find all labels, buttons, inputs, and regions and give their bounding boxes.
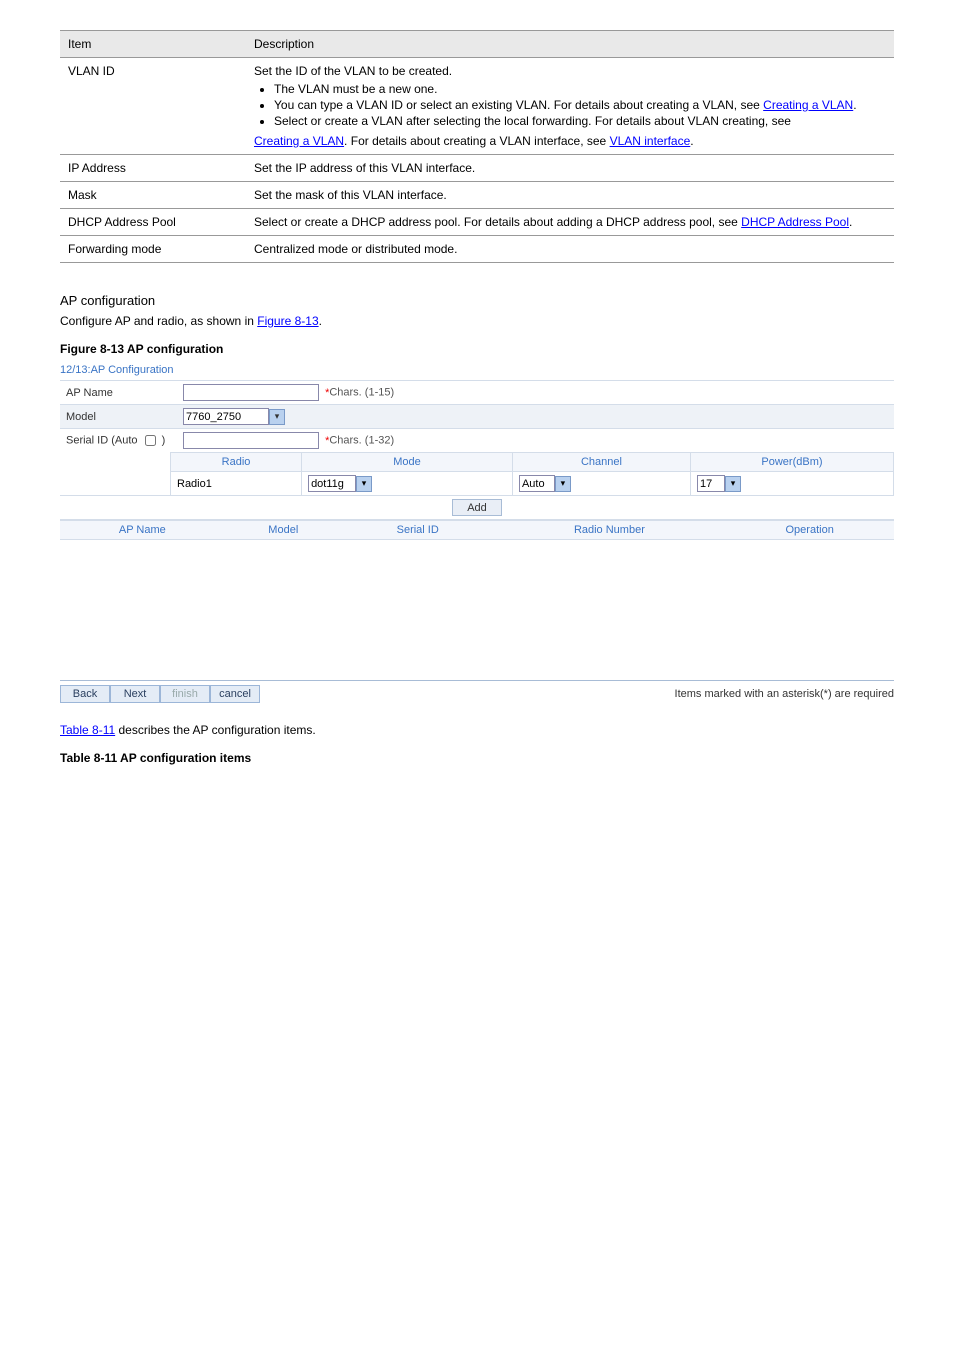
add-row: Add [60, 495, 894, 520]
chevron-down-icon[interactable]: ▾ [555, 476, 571, 492]
ap-list-table: AP Name Model Serial ID Radio Number Ope… [60, 520, 894, 540]
link-dhcp-pool[interactable]: DHCP Address Pool [741, 215, 849, 229]
cancel-button[interactable]: cancel [210, 685, 260, 703]
finish-button: finish [160, 685, 210, 703]
col-radio-num: Radio Number [493, 521, 725, 540]
label-apname: AP Name [60, 381, 177, 405]
col-apname: AP Name [60, 521, 225, 540]
table-row: DHCP Address Pool Select or create a DHC… [60, 209, 894, 236]
col-item: Item [60, 31, 246, 58]
link-creating-vlan[interactable]: Creating a VLAN [254, 134, 344, 148]
chevron-down-icon[interactable]: ▾ [269, 409, 285, 425]
item-description-table: Item Description VLAN ID Set the ID of t… [60, 30, 894, 263]
serial-id-input[interactable] [183, 432, 319, 449]
item-cell: Forwarding mode [60, 236, 246, 263]
figure-caption: Figure 8-13 AP configuration [60, 342, 894, 356]
form-row: Serial ID (Auto ) *Chars. (1-32) [60, 429, 894, 453]
bullet: You can type a VLAN ID or select an exis… [274, 98, 886, 112]
serial-auto-checkbox[interactable] [145, 435, 156, 446]
nav-buttons: Back Next finish cancel [60, 685, 260, 703]
col-serial: Serial ID [342, 521, 494, 540]
model-select[interactable] [183, 408, 269, 425]
radio-table: Radio Mode Channel Power(dBm) Radio1 ▾ ▾… [170, 452, 894, 496]
back-button[interactable]: Back [60, 685, 110, 703]
desc-cell: Set the ID of the VLAN to be created. Th… [246, 58, 894, 155]
table-row: Forwarding mode Centralized mode or dist… [60, 236, 894, 263]
bullet: The VLAN must be a new one. [274, 82, 886, 96]
link-creating-vlan[interactable]: Creating a VLAN [763, 98, 853, 112]
item-cell: Mask [60, 182, 246, 209]
mode-select[interactable] [308, 475, 356, 492]
power-select[interactable] [697, 475, 725, 492]
col-power: Power(dBm) [690, 453, 893, 472]
item-cell: VLAN ID [60, 58, 246, 155]
table-caption: Table 8-11 AP configuration items [60, 751, 894, 765]
link-vlan-interface[interactable]: VLAN interface [610, 134, 691, 148]
label-serial: Serial ID (Auto [66, 434, 138, 446]
label-model: Model [60, 405, 177, 429]
item-cell: IP Address [60, 155, 246, 182]
cfg-title: 12/13:AP Configuration [60, 364, 894, 376]
table-row: VLAN ID Set the ID of the VLAN to be cre… [60, 58, 894, 155]
nav-bar: Back Next finish cancel Items marked wit… [60, 680, 894, 703]
col-operation: Operation [725, 521, 894, 540]
col-model: Model [225, 521, 342, 540]
form-row: AP Name *Chars. (1-15) [60, 381, 894, 405]
figure-link[interactable]: Figure 8-13 [257, 314, 318, 328]
ap-config-figure: 12/13:AP Configuration AP Name *Chars. (… [60, 364, 894, 703]
table-row: IP Address Set the IP address of this VL… [60, 155, 894, 182]
radio-row: Radio1 ▾ ▾ ▾ [171, 472, 894, 496]
next-button[interactable]: Next [110, 685, 160, 703]
col-mode: Mode [302, 453, 513, 472]
required-note: Items marked with an asterisk(*) are req… [675, 688, 894, 700]
step-text: Configure AP and radio, as shown in Figu… [60, 314, 894, 328]
desc-cell: Select or create a DHCP address pool. Fo… [246, 209, 894, 236]
desc-cell: Set the mask of this VLAN interface. [246, 182, 894, 209]
col-channel: Channel [512, 453, 690, 472]
col-radio: Radio [171, 453, 302, 472]
form-row: Model ▾ [60, 405, 894, 429]
step-heading: AP configuration [60, 293, 894, 308]
bullet: Select or create a VLAN after selecting … [274, 114, 886, 128]
chevron-down-icon[interactable]: ▾ [356, 476, 372, 492]
channel-select[interactable] [519, 475, 555, 492]
table-link[interactable]: Table 8-11 [60, 723, 115, 737]
desc-cell: Centralized mode or distributed mode. [246, 236, 894, 263]
item-cell: DHCP Address Pool [60, 209, 246, 236]
add-button[interactable]: Add [452, 499, 502, 516]
cfg-form-table: AP Name *Chars. (1-15) Model ▾ Serial ID… [60, 380, 894, 452]
radio-name-cell: Radio1 [171, 472, 302, 496]
chevron-down-icon[interactable]: ▾ [725, 476, 741, 492]
ap-name-input[interactable] [183, 384, 319, 401]
table-ref-text: Table 8-11 describes the AP configuratio… [60, 723, 894, 737]
table-row: Mask Set the mask of this VLAN interface… [60, 182, 894, 209]
col-desc: Description [246, 31, 894, 58]
desc-cell: Set the IP address of this VLAN interfac… [246, 155, 894, 182]
